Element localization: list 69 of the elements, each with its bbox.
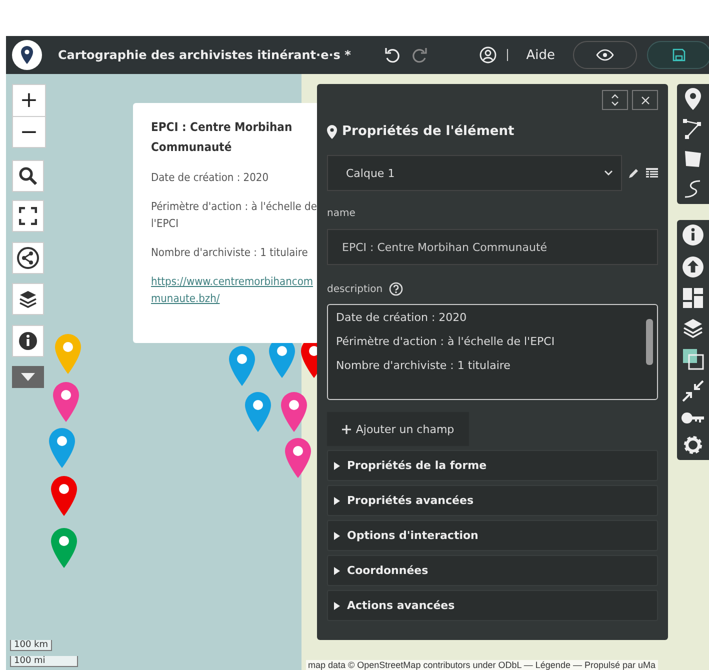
layer-select[interactable]: Calque 1: [327, 155, 622, 191]
fullscreen-button[interactable]: [12, 200, 44, 232]
help-link[interactable]: Aide: [526, 48, 555, 62]
expand-button[interactable]: [602, 90, 628, 110]
close-icon: [640, 96, 650, 104]
info-icon[interactable]: [682, 224, 704, 246]
search-button[interactable]: [12, 160, 44, 192]
eye-icon: [596, 49, 614, 61]
panel-title: Propriétés de l'élément: [342, 124, 514, 139]
section-header[interactable]: Options d'interaction: [327, 520, 658, 551]
marker-icon[interactable]: [685, 88, 701, 110]
info-button[interactable]: [12, 325, 44, 357]
close-button[interactable]: [632, 90, 658, 110]
section-header[interactable]: Propriétés avancées: [327, 485, 658, 516]
polyline-icon[interactable]: [682, 118, 704, 140]
info-icon: [18, 331, 38, 351]
name-field[interactable]: EPCI : Centre Morbihan Communauté: [327, 229, 658, 265]
triangle-icon: [333, 496, 341, 504]
settings-icon[interactable]: [682, 434, 704, 456]
map-background[interactable]: [6, 74, 709, 670]
user-icon[interactable]: [479, 46, 498, 64]
triangle-icon: [333, 602, 341, 610]
save-icon: [672, 48, 686, 62]
add-field-button[interactable]: Ajouter un champ: [327, 412, 469, 446]
caret-icon: [21, 373, 35, 381]
description-field[interactable]: Date de création : 2020 Périmètre d'action : à l'échelle de l'EPCI Nombre d'archiviste : 1 titulaire: [327, 304, 658, 400]
popup-text: Date de création : 2020: [151, 170, 270, 186]
section-header[interactable]: Actions avancées: [327, 590, 658, 621]
field-label: name: [327, 208, 356, 219]
popup-text: Nombre d'archiviste : 1 titulaire: [151, 245, 309, 261]
layers-button[interactable]: [12, 283, 44, 315]
upload-icon[interactable]: [682, 256, 704, 278]
key-icon[interactable]: [681, 412, 705, 424]
pin-icon: [327, 124, 337, 138]
plus-icon: [342, 424, 351, 434]
layers-icon: [18, 289, 38, 309]
map-title: Cartographie des archivistes itinérant·e·s *: [58, 48, 351, 62]
field-label: description: [327, 284, 383, 294]
share-button[interactable]: [12, 242, 44, 274]
scale-bar: 100 km: [10, 640, 52, 651]
popup-title: EPCI : Centre Morbihan Communauté: [151, 119, 294, 156]
search-icon: [18, 166, 38, 186]
map-attribution: map data © OpenStreetMap contributors under ODbL — Légende — Propulsé par uMa: [306, 660, 658, 670]
help-icon[interactable]: [388, 282, 403, 296]
section-header[interactable]: Propriétés de la forme: [327, 450, 658, 481]
share-icon: [17, 247, 39, 269]
popup-text: Périmètre d'action : à l'échelle de l'EPCI: [151, 199, 318, 232]
table-icon[interactable]: [646, 168, 658, 178]
map-tiles-icon[interactable]: [682, 348, 704, 370]
logo-icon[interactable]: [12, 40, 42, 70]
more-controls-button[interactable]: [12, 366, 44, 388]
popup-link[interactable]: https://www.centremorbihancommunaute.bzh/: [151, 273, 315, 307]
collapse-arrows-icon[interactable]: [682, 380, 704, 402]
undo-icon[interactable]: [382, 46, 401, 64]
fullscreen-icon: [19, 207, 37, 225]
chevrons-icon: [611, 94, 619, 106]
triangle-icon: [333, 462, 341, 470]
triangle-icon: [333, 566, 341, 574]
save-button[interactable]: [647, 41, 709, 69]
redo-icon[interactable]: [410, 46, 429, 64]
triangle-icon: [333, 532, 341, 540]
chevron-down-icon: [604, 170, 613, 176]
layout-icon[interactable]: [683, 288, 703, 308]
preview-button[interactable]: [573, 41, 637, 69]
scale-bar: 100 mi: [10, 656, 78, 667]
pencil-icon[interactable]: [628, 167, 640, 179]
polygon-icon[interactable]: [682, 148, 704, 170]
layers-icon[interactable]: [682, 318, 704, 338]
section-header[interactable]: Coordonnées: [327, 555, 658, 586]
